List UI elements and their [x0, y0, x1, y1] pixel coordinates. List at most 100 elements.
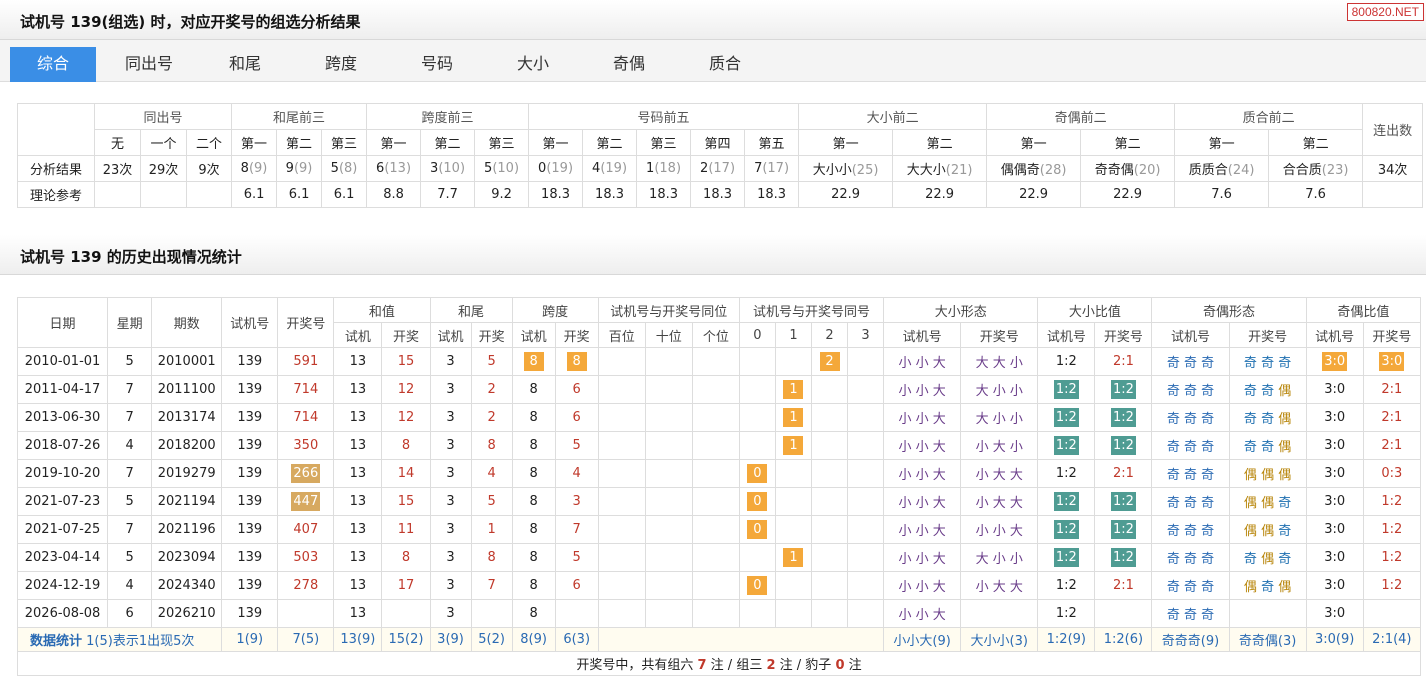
- size-ratio-test-cell: 1:2: [1037, 347, 1096, 376]
- tail-test-cell: 3: [429, 375, 472, 404]
- history-sub-header: 开奖号: [1094, 322, 1153, 348]
- same-position-cell: [597, 599, 646, 628]
- history-row: 2011-04-17 7 2011100 139 714 13 12 3 2 8 6 1 小 小 大 大 …: [16, 375, 1422, 404]
- size-ratio-draw: 2:1: [1112, 578, 1134, 593]
- parity-form-draw-cell: 奇 奇 偶: [1228, 375, 1307, 404]
- same-position-cell: [691, 431, 740, 460]
- result-value: 大小小: [812, 163, 852, 178]
- parity-form-test: 奇 奇 奇: [1166, 440, 1215, 455]
- history-row: 2023-04-14 5 2023094 139 503 13 8 3 8 8 5 1 小 小 大大 小…: [16, 543, 1422, 572]
- issue-cell: 2018200: [151, 431, 223, 460]
- span-test: 8: [529, 578, 538, 593]
- size-ratio-test: 1:2: [1053, 548, 1079, 567]
- size-form-test: 小 小 大: [898, 496, 946, 511]
- parity-ratio-test: 3:0: [1322, 352, 1348, 371]
- size-ratio-draw-cell: 1:2: [1094, 543, 1153, 572]
- summary-table: 同出号 和尾前三 跨度前三 号码前五 大小前二 奇偶前二 质合前二 连出数无一个 二个 第一 第二第…: [17, 103, 1424, 208]
- same-number-cell: [738, 431, 776, 460]
- parity-char: 奇: [1261, 384, 1275, 399]
- stats-parity-form-test-cell: 奇奇奇(9): [1151, 627, 1230, 652]
- summary-reference-cell: 18.3: [636, 181, 692, 208]
- tab-odd-even[interactable]: 奇偶: [586, 47, 672, 82]
- same-number-cell: [738, 543, 776, 572]
- span-test-cell: 8: [511, 375, 556, 404]
- parity-ratio-draw-cell: 2:1: [1362, 431, 1422, 460]
- tab-co-occurrence[interactable]: 同出号: [106, 47, 192, 82]
- draw-number-cell: 591: [277, 347, 335, 376]
- footer-text: 注 / 豹子: [775, 658, 836, 673]
- tab-big-small[interactable]: 大小: [490, 47, 576, 82]
- history-sub-header: 开奖: [381, 322, 431, 348]
- size-ratio-draw: 2:1: [1112, 354, 1134, 369]
- history-column-header: 和尾: [429, 297, 513, 323]
- sum-draw-cell: 15: [381, 487, 431, 516]
- summary-reference-cell: [185, 181, 233, 208]
- parity-ratio-test-cell: 3:0: [1305, 375, 1364, 404]
- parity-form-test-cell: 奇 奇 奇: [1151, 403, 1230, 432]
- tab-prime-composite[interactable]: 质合: [682, 47, 768, 82]
- parity-char: 奇: [1243, 384, 1257, 399]
- parity-ratio-draw-cell: [1362, 599, 1422, 628]
- same-number-cell: 0: [738, 487, 776, 516]
- analysis-title: 试机号 139(组选) 时，对应开奖号的组选分析结果: [20, 13, 361, 31]
- tail-draw-cell: 7: [470, 571, 513, 600]
- size-ratio-test-cell: 1:2: [1037, 403, 1096, 432]
- tab-overview[interactable]: 综合: [10, 47, 96, 82]
- sum-test-cell: 13: [333, 375, 383, 404]
- summary-group-header: 和尾前三: [231, 103, 368, 130]
- stats-parity-ratio-draw: 2:1(4): [1372, 632, 1412, 647]
- span-draw-cell: 3: [554, 487, 599, 516]
- tail-draw: 5: [487, 354, 496, 369]
- parity-ratio-test-cell: 3:0: [1305, 571, 1364, 600]
- span-test: 8: [529, 382, 538, 397]
- group-six-count: 7: [697, 658, 707, 673]
- summary-result-cell: 23次: [94, 155, 141, 182]
- draw-number-cell: 350: [277, 431, 335, 460]
- size-ratio-draw-cell: 1:2: [1094, 375, 1153, 404]
- date-cell: 2024-12-19: [16, 571, 109, 600]
- draw-number: 350: [293, 438, 319, 453]
- summary-result-cell: 4(19): [582, 155, 638, 182]
- history-sub-header: 试机: [511, 322, 556, 348]
- size-ratio-draw: 1:2: [1110, 492, 1136, 511]
- site-logo[interactable]: 800820.NET: [1346, 3, 1424, 21]
- date-cell: 2021-07-23: [16, 487, 109, 516]
- size-form-test-cell: 小 小 大: [883, 543, 962, 572]
- tab-number[interactable]: 号码: [394, 47, 480, 82]
- same-number-cell: 1: [774, 431, 812, 460]
- issue-cell: 2011100: [151, 375, 223, 404]
- tab-sum-tail[interactable]: 和尾: [202, 47, 288, 82]
- tail-draw: 5: [487, 494, 496, 509]
- parity-char: 偶: [1261, 468, 1275, 483]
- history-column-header: 期数: [151, 297, 223, 348]
- parity-char: 奇: [1278, 356, 1292, 371]
- summary-group-header: 奇偶前二: [986, 103, 1176, 130]
- tab-span[interactable]: 跨度: [298, 47, 384, 82]
- sum-test-cell: 13: [333, 459, 383, 488]
- result-value: 29次: [148, 163, 179, 178]
- test-number-cell: 139: [221, 375, 279, 404]
- result-count: (20): [1133, 163, 1161, 178]
- summary-sub-header: 第一: [986, 129, 1082, 156]
- size-ratio-test: 1:2: [1055, 606, 1077, 621]
- span-test-cell: 8: [511, 487, 556, 516]
- summary-reference-cell: 22.9: [798, 181, 894, 208]
- parity-ratio-test: 3:0: [1324, 382, 1346, 397]
- size-form-test-cell: 小 小 大: [883, 431, 962, 460]
- tail-test-cell: 3: [429, 571, 472, 600]
- draw-number-cell: 278: [277, 571, 335, 600]
- parity-char: 奇: [1243, 440, 1257, 455]
- issue-cell: 2021196: [151, 515, 223, 544]
- size-form-draw: 大 小 小: [975, 412, 1023, 427]
- same-position-cell: [597, 375, 646, 404]
- result-count: (24): [1227, 163, 1255, 178]
- parity-ratio-draw: 0:3: [1381, 466, 1403, 481]
- same-position-cell: [644, 515, 693, 544]
- result-count: (10): [438, 161, 466, 176]
- span-draw: 5: [572, 438, 581, 453]
- history-sub-header: 个位: [691, 322, 740, 348]
- size-form-test: 小 小 大: [898, 524, 946, 539]
- summary-sub-header: 第一: [528, 129, 584, 156]
- weekday-cell: 7: [107, 403, 153, 432]
- size-form-test-cell: 小 小 大: [883, 375, 962, 404]
